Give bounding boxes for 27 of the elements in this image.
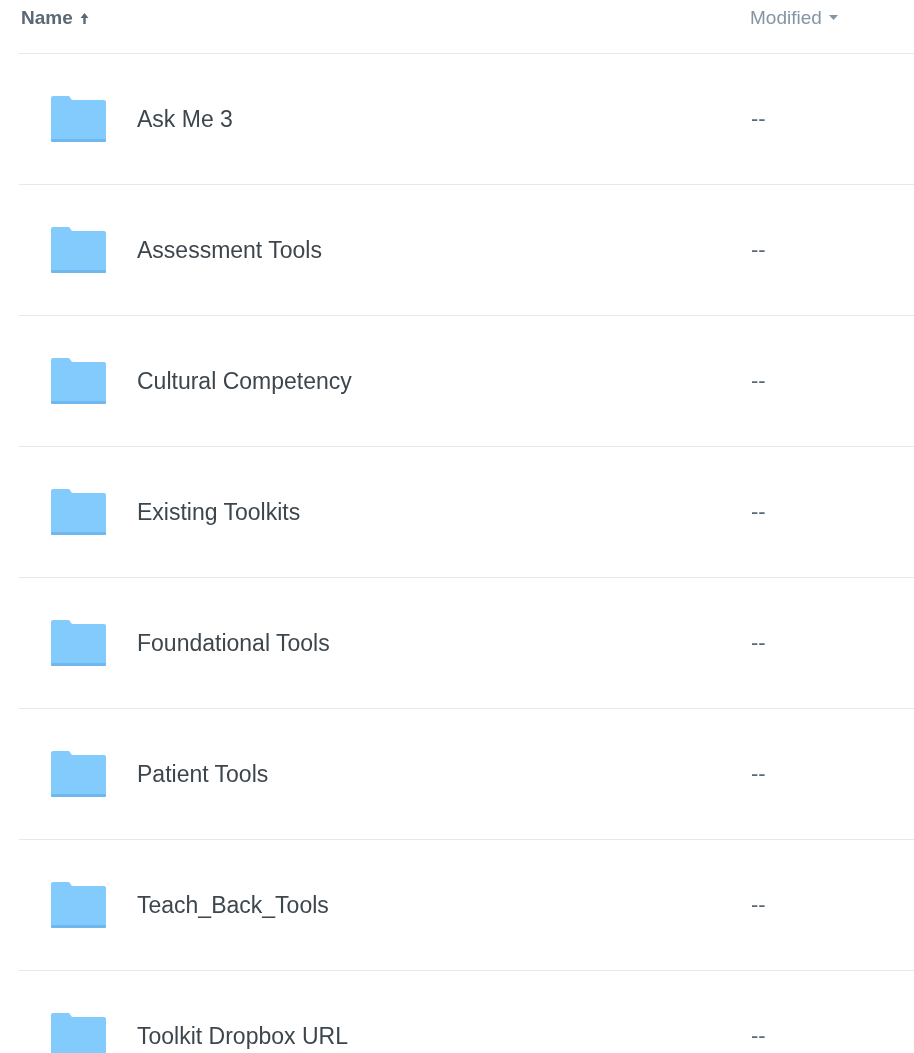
modified-date: -- — [751, 106, 766, 132]
folder-icon — [51, 227, 106, 273]
modified-date: -- — [751, 237, 766, 263]
modified-date: -- — [751, 892, 766, 918]
folder-name[interactable]: Ask Me 3 — [137, 105, 751, 133]
sort-arrow-icon — [79, 11, 89, 24]
modified-date: -- — [751, 368, 766, 394]
folder-icon — [51, 751, 106, 797]
modified-date: -- — [751, 499, 766, 525]
folder-name[interactable]: Toolkit Dropbox URL — [137, 1022, 751, 1050]
modified-date: -- — [751, 1023, 766, 1049]
folder-icon — [51, 1013, 106, 1053]
modified-date: -- — [751, 630, 766, 656]
column-header[interactable]: Name — [21, 6, 750, 47]
folder-icon — [51, 620, 106, 666]
folder-name[interactable]: Assessment Tools — [137, 236, 751, 264]
folder-name[interactable]: Teach_Back_Tools — [137, 891, 751, 919]
folder-icon — [51, 358, 106, 404]
folder-name[interactable]: Existing Toolkits — [137, 498, 751, 526]
modified-date: -- — [751, 761, 766, 787]
folder-icon — [51, 882, 106, 928]
folder-name[interactable]: Cultural Competency — [137, 367, 751, 395]
folder-name[interactable]: Foundational Tools — [137, 629, 751, 657]
folder-name[interactable]: Patient Tools — [137, 760, 751, 788]
caret-icon — [828, 15, 838, 20]
folder-icon — [51, 489, 106, 535]
folder-icon — [51, 96, 106, 142]
